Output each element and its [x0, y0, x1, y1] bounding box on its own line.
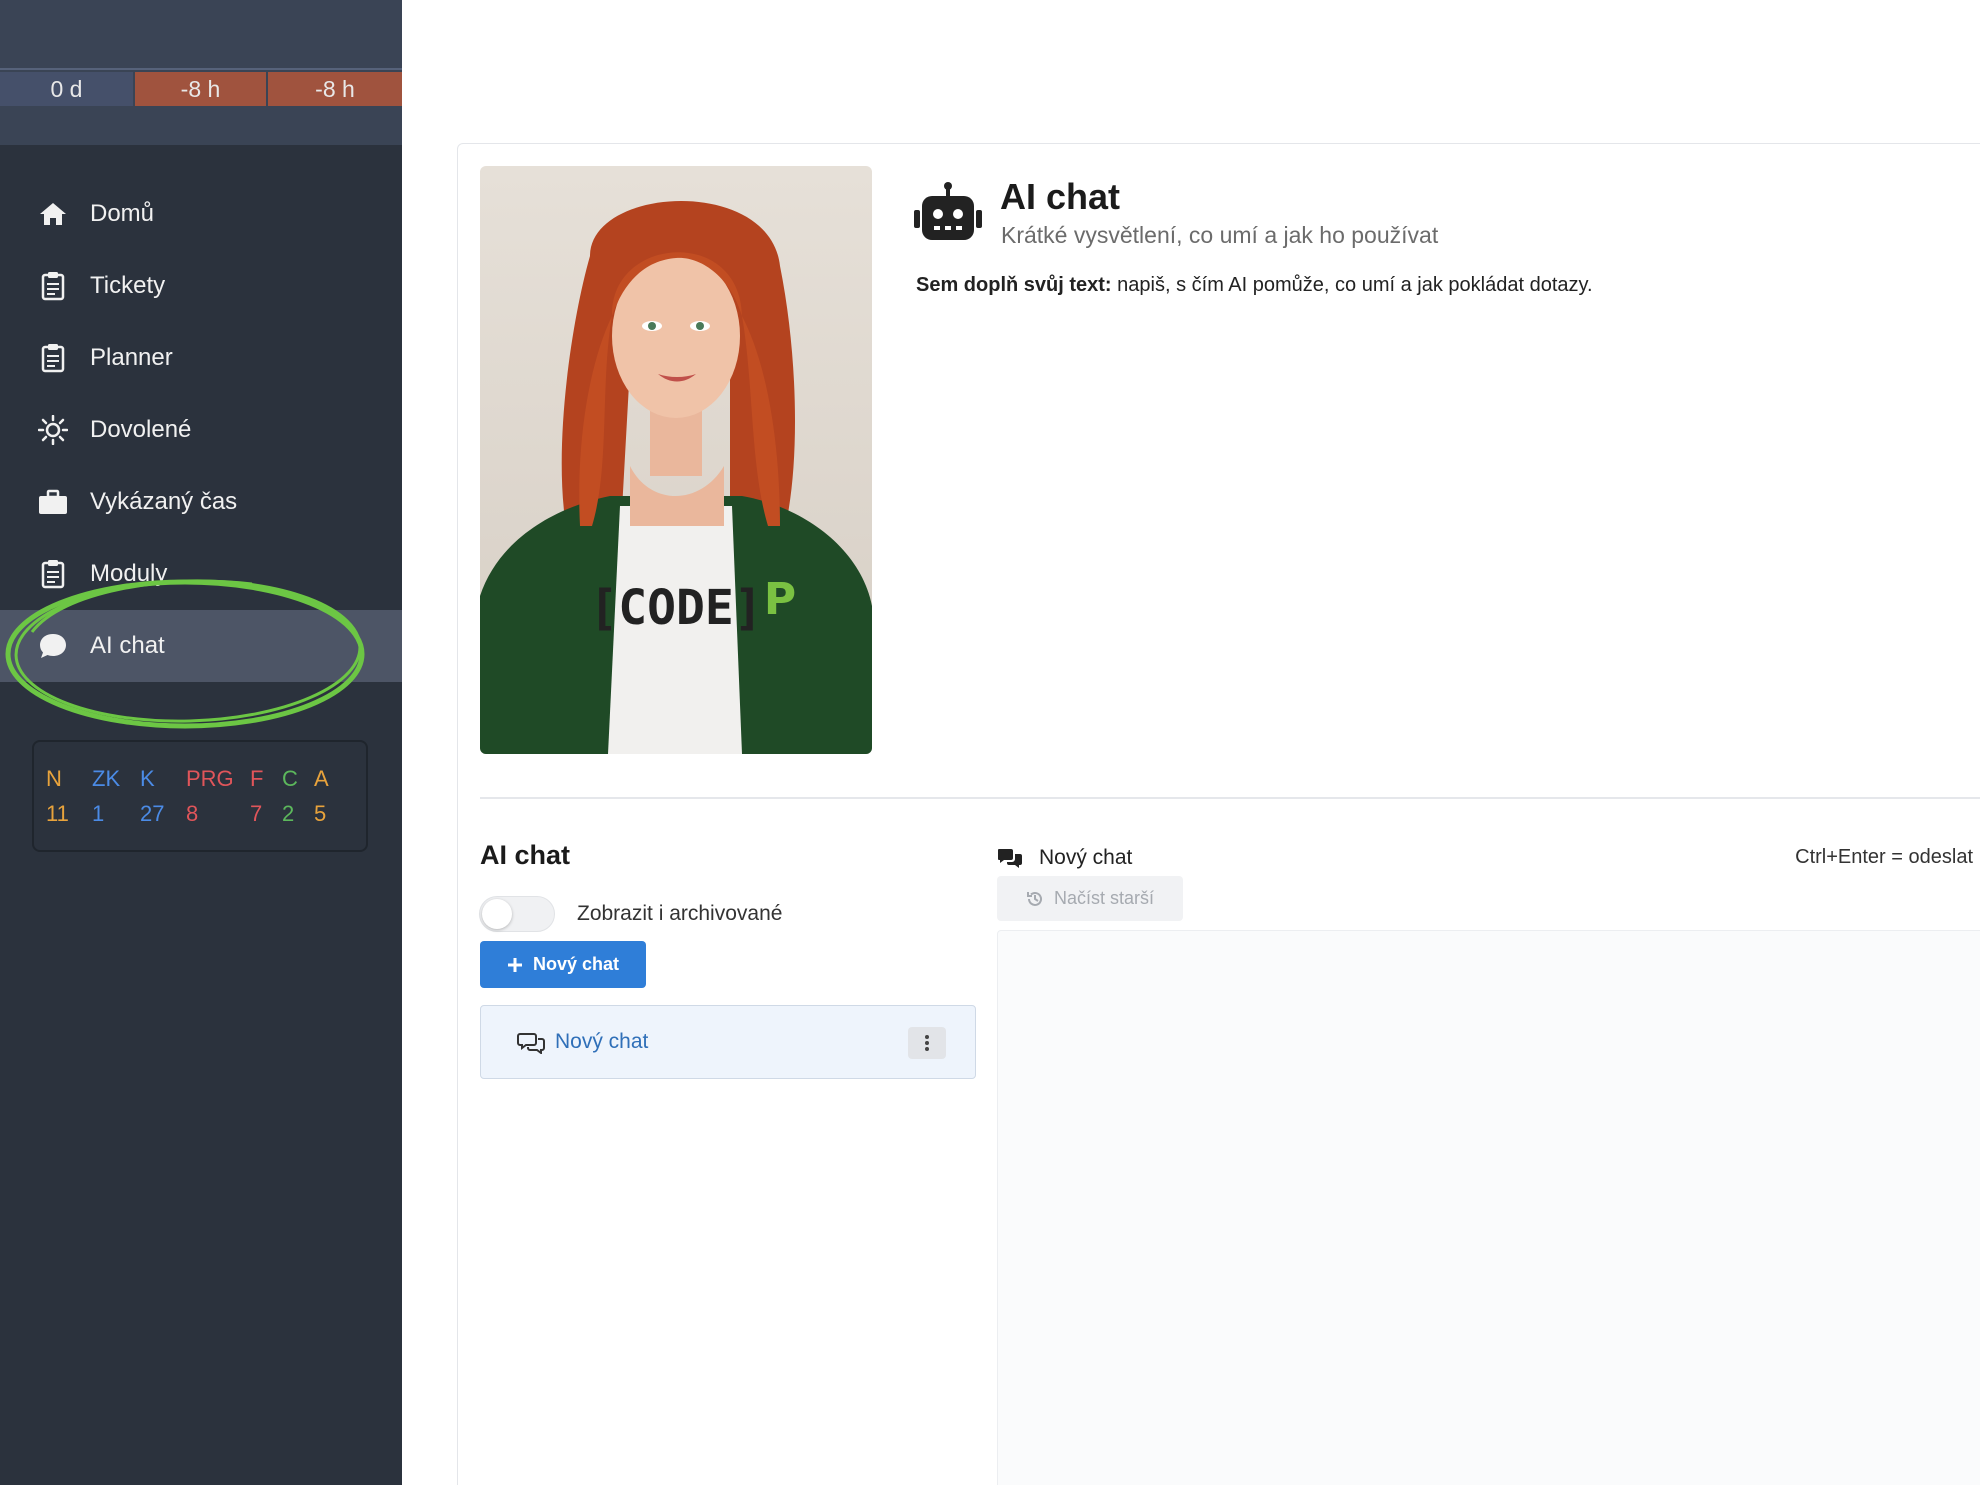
more-vertical-icon [925, 1035, 929, 1051]
description-bold-prefix: Sem doplň svůj text: [916, 274, 1112, 296]
send-shortcut-hint: Ctrl+Enter = odeslat [1795, 846, 1973, 868]
home-icon [38, 199, 68, 229]
portrait-shirt-text: [CODE] [589, 580, 762, 636]
show-archived-toggle[interactable] [479, 896, 555, 932]
stat-value-a: 5 [314, 801, 327, 826]
sidebar-item-ai-chat[interactable]: AI chat [0, 610, 402, 682]
stat-label-c: C [282, 766, 298, 791]
sidebar-header-divider [0, 68, 402, 70]
page-description: Sem doplň svůj text: napiš, s čím AI pom… [916, 274, 1593, 297]
sidebar-item-label: Planner [90, 344, 173, 371]
section-divider [480, 797, 1980, 799]
plus-icon [507, 957, 522, 972]
stat-label-k: K [140, 766, 155, 791]
stat-value-n: 11 [46, 801, 69, 826]
ticket-stats-values: 11 1 27 8 7 2 5 [46, 801, 344, 827]
sidebar-item-label: AI chat [90, 632, 165, 659]
conversation-header: Nový chat Ctrl+Enter = odeslat [997, 846, 1977, 876]
stat-value-zk: 1 [92, 801, 105, 826]
svg-text:P: P [764, 574, 796, 625]
sidebar-item-moduly[interactable]: Moduly [0, 538, 402, 610]
chat-bubbles-icon [998, 849, 1022, 868]
description-text: napiš, s čím AI pomůže, co umí a jak pok… [1111, 274, 1593, 296]
new-chat-button[interactable]: Nový chat [480, 941, 646, 988]
ticket-stats-box: N ZK K PRG F C A 11 1 27 8 7 2 5 [32, 740, 368, 852]
sidebar-item-label: Dovolené [90, 416, 192, 443]
robot-icon [914, 182, 982, 240]
assistant-portrait-image: [CODE] P [480, 166, 872, 754]
chat-bubble-icon [38, 631, 68, 661]
sidebar-nav: Domů Tickety Planner Dovolené Vykázaný č… [0, 178, 402, 682]
sidebar-item-label: Moduly [90, 560, 168, 587]
time-balance-days: 0 d [0, 72, 133, 106]
chat-item-menu-button[interactable] [908, 1027, 946, 1059]
clipboard-icon [38, 343, 68, 373]
stat-label-f: F [250, 766, 264, 791]
clipboard-icon [38, 559, 68, 589]
sidebar: 0 d -8 h -8 h Domů Tickety Planner Dovol… [0, 0, 402, 1485]
sun-icon [38, 415, 68, 445]
stat-label-zk: ZK [92, 766, 121, 791]
stat-value-f: 7 [250, 801, 263, 826]
page-title: AI chat [1000, 176, 1121, 217]
stat-value-k: 27 [140, 801, 165, 826]
briefcase-icon [38, 487, 68, 517]
ticket-stats-labels: N ZK K PRG F C A [46, 766, 344, 792]
stat-label-prg: PRG [186, 766, 234, 791]
chat-list-item[interactable]: Nový chat [480, 1005, 976, 1079]
sidebar-item-domu[interactable]: Domů [0, 178, 402, 250]
sidebar-item-planner[interactable]: Planner [0, 322, 402, 394]
chat-bubbles-icon [517, 1033, 545, 1054]
load-older-button[interactable]: Načíst starší [997, 876, 1183, 921]
load-older-label: Načíst starší [1053, 888, 1155, 908]
new-chat-button-label: Nový chat [532, 954, 620, 974]
messages-area [997, 930, 1980, 1485]
show-archived-label: Zobrazit i archivované [577, 902, 783, 925]
sidebar-item-dovolene[interactable]: Dovolené [0, 394, 402, 466]
time-balance-hours: -8 h [133, 72, 266, 106]
stat-value-prg: 8 [186, 801, 199, 826]
sidebar-item-label: Domů [90, 200, 155, 227]
page-subtitle: Krátké vysvětlení, co umí a jak ho použí… [1001, 222, 1439, 248]
sidebar-item-vykazany-cas[interactable]: Vykázaný čas [0, 466, 402, 538]
stat-label-a: A [314, 766, 329, 791]
clipboard-icon [38, 271, 68, 301]
sidebar-item-label: Tickety [90, 272, 166, 299]
sidebar-item-tickety[interactable]: Tickety [0, 250, 402, 322]
toggle-knob [482, 899, 512, 929]
sidebar-item-label: Vykázaný čas [90, 488, 238, 515]
chat-list-item-label: Nový chat [555, 1030, 649, 1053]
chat-list-title: AI chat [480, 840, 571, 870]
time-balance-hours-secondary: -8 h [266, 72, 402, 106]
stat-value-c: 2 [282, 801, 295, 826]
time-balance-bar: 0 d -8 h -8 h [0, 72, 402, 106]
conversation-title: Nový chat [1039, 846, 1133, 869]
stat-label-n: N [46, 766, 62, 791]
history-icon [1026, 891, 1042, 906]
